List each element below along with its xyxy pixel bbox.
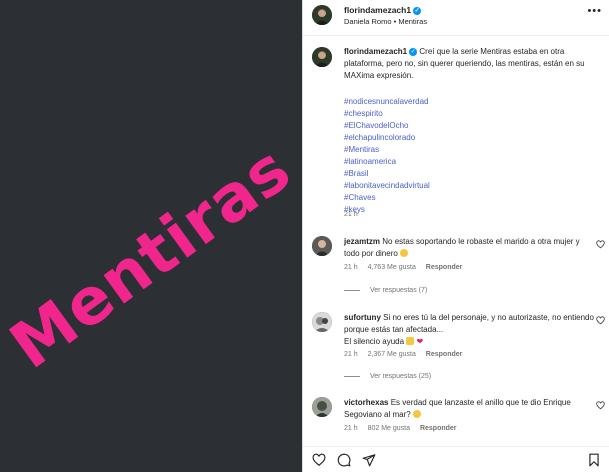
smile-emoji-icon — [412, 410, 421, 418]
hashtag-link[interactable]: #ElChavodelOcho — [344, 120, 430, 132]
heart-icon[interactable] — [312, 453, 326, 467]
comment-icon[interactable] — [337, 453, 351, 467]
comment-body: Si no eres tú la del personaje, y no aut… — [344, 313, 594, 334]
hashtag-link[interactable]: #nodicesnuncalaverdad — [344, 96, 430, 108]
verified-icon: ✓ — [413, 6, 422, 15]
comment-time: 21 h — [344, 264, 358, 271]
hashtag-link[interactable]: #labonitavecindadvirtual — [344, 180, 430, 192]
divider — [344, 289, 360, 291]
hashtag-link[interactable]: #chespirito — [344, 108, 430, 120]
commenter-username[interactable]: sufortuny — [344, 313, 381, 322]
comment-likes[interactable]: 2,367 Me gusta — [368, 351, 416, 358]
grimace-emoji-icon — [400, 249, 409, 257]
comment-text: sufortuny Si no eres tú la del personaje… — [344, 312, 594, 348]
view-replies-label[interactable]: Ver respuestas (25) — [370, 373, 431, 380]
view-replies-button[interactable]: Ver respuestas (25) — [344, 373, 431, 380]
commenter-avatar[interactable] — [312, 236, 332, 256]
hashtag-link[interactable]: #Mentiras — [344, 144, 430, 156]
comment-likes[interactable]: 802 Me gusta — [368, 425, 410, 432]
action-bar — [303, 446, 609, 472]
like-comment-icon[interactable] — [596, 240, 605, 249]
comment-text: victorhexas Es verdad que lanzaste el an… — [344, 397, 594, 421]
comment-time: 21 h — [344, 425, 358, 432]
share-icon[interactable] — [362, 453, 376, 467]
hashtag-link[interactable]: #Chaves — [344, 192, 430, 204]
hands-emoji-icon — [406, 337, 415, 345]
author-avatar[interactable] — [312, 5, 332, 25]
caption-username[interactable]: florindamezach1 — [344, 47, 407, 56]
post-image-text: Mentiras — [0, 132, 302, 384]
comment-meta: 21 h 4,763 Me gusta Responder — [344, 264, 470, 271]
reply-button[interactable]: Responder — [426, 264, 463, 271]
caption: florindamezach1 ✓ Creí que la serie Menti… — [344, 46, 598, 82]
divider — [344, 375, 360, 377]
verified-icon: ✓ — [409, 47, 418, 56]
author-username-text[interactable]: florindamezach1 — [344, 5, 411, 15]
hashtag-link[interactable]: #latinoamerica — [344, 156, 430, 168]
view-replies-button[interactable]: Ver respuestas (7) — [344, 287, 427, 294]
commenter-username[interactable]: jezamtzm — [344, 237, 380, 246]
commenter-avatar[interactable] — [312, 312, 332, 332]
commenter-avatar[interactable] — [312, 397, 332, 417]
red-heart-emoji-icon: ❤ — [416, 337, 424, 346]
hashtag-link[interactable]: #elchapulincolorado — [344, 132, 430, 144]
post-details-panel: florindamezach1 ✓ Daniela Romo • Mentiras… — [302, 0, 609, 472]
bookmark-icon[interactable] — [587, 453, 601, 467]
author-username[interactable]: florindamezach1 ✓ — [344, 5, 422, 15]
commenter-username[interactable]: victorhexas — [344, 398, 388, 407]
view-replies-label[interactable]: Ver respuestas (7) — [370, 287, 427, 294]
comment-body-line2: El silencio ayuda — [344, 337, 405, 346]
post-image[interactable]: Mentiras — [0, 0, 302, 472]
hashtag-list: #nodicesnuncalaverdad #chespirito #ElCha… — [344, 96, 430, 216]
caption-avatar[interactable] — [312, 47, 332, 67]
comment-body: No estas soportando le robaste el marido… — [344, 237, 580, 258]
comment-text: jezamtzm No estas soportando le robaste … — [344, 236, 594, 260]
post-header: florindamezach1 ✓ Daniela Romo • Mentiras… — [303, 0, 609, 36]
comment-likes[interactable]: 4,763 Me gusta — [368, 264, 416, 271]
caption-timestamp: 21 h — [344, 211, 358, 218]
more-options-icon[interactable]: ••• — [587, 5, 602, 17]
like-comment-icon[interactable] — [596, 316, 605, 325]
reply-button[interactable]: Responder — [420, 425, 457, 432]
like-comment-icon[interactable] — [596, 401, 605, 410]
comment-meta: 21 h 2,367 Me gusta Responder — [344, 351, 470, 358]
comment-meta: 21 h 802 Me gusta Responder — [344, 425, 465, 432]
audio-subtitle[interactable]: Daniela Romo • Mentiras — [344, 17, 427, 26]
hashtag-link[interactable]: #Brasil — [344, 168, 430, 180]
reply-button[interactable]: Responder — [426, 351, 463, 358]
comment-time: 21 h — [344, 351, 358, 358]
